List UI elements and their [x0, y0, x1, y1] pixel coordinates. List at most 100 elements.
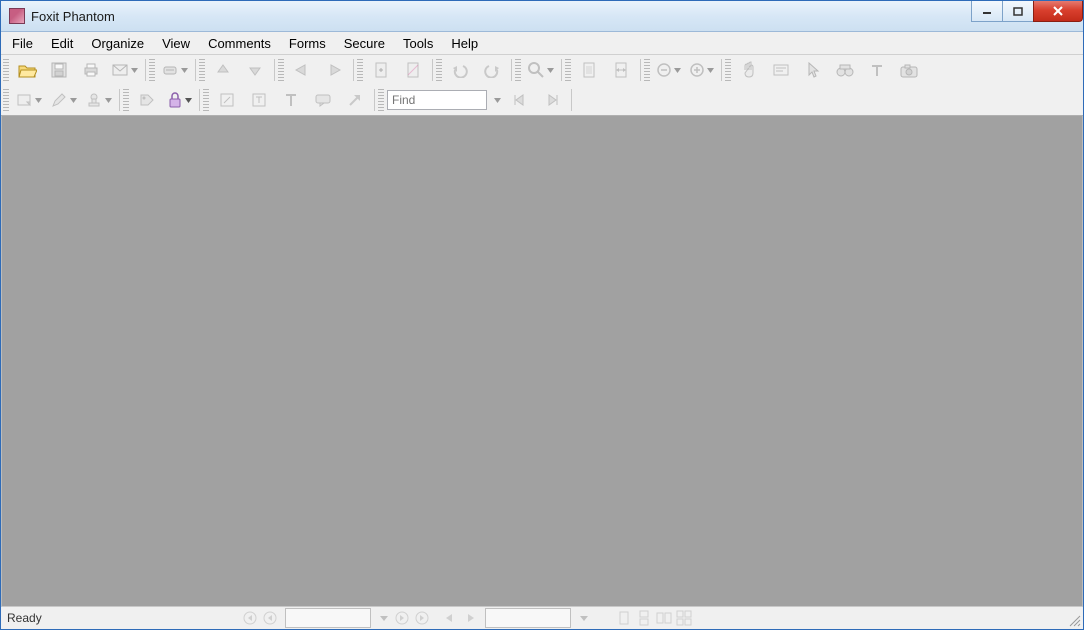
nav-forward-button[interactable]	[461, 609, 479, 627]
text-t-icon	[284, 92, 298, 108]
toolbar-separator	[199, 89, 200, 111]
insert-page-button[interactable]	[366, 57, 396, 83]
statusbar: Ready	[1, 606, 1083, 629]
toolbar-separator	[721, 59, 722, 81]
first-page-button[interactable]	[241, 609, 259, 627]
chevron-down-icon	[70, 98, 77, 103]
highlight-button[interactable]	[47, 87, 80, 113]
binoculars-button[interactable]	[830, 57, 860, 83]
close-button[interactable]	[1033, 1, 1083, 22]
page-dropdown[interactable]	[377, 609, 391, 627]
redo-button[interactable]	[477, 57, 507, 83]
prev-page-button[interactable]	[261, 609, 279, 627]
forward-button[interactable]	[319, 57, 349, 83]
menu-secure[interactable]: Secure	[335, 32, 394, 54]
toolbar-grip[interactable]	[199, 59, 205, 81]
zoom-in-icon	[689, 62, 705, 78]
toolbar-grip[interactable]	[644, 59, 650, 81]
nav-back-button[interactable]	[441, 609, 459, 627]
binoculars-icon	[835, 62, 855, 78]
maximize-button[interactable]	[1002, 1, 1034, 22]
next-page-button[interactable]	[393, 609, 411, 627]
menu-comments[interactable]: Comments	[199, 32, 280, 54]
toolbar-grip[interactable]	[436, 59, 442, 81]
toolbar-grip[interactable]	[357, 59, 363, 81]
note-button[interactable]	[12, 87, 45, 113]
toolbar-separator	[511, 59, 512, 81]
toolbar-grip[interactable]	[149, 59, 155, 81]
undo-icon	[451, 62, 469, 78]
pointer-tool-button[interactable]	[798, 57, 828, 83]
toolbar-grip[interactable]	[725, 59, 731, 81]
toolbar-separator	[195, 59, 196, 81]
chevron-down-icon	[105, 98, 112, 103]
toolbar-grip[interactable]	[203, 89, 209, 111]
delete-page-button[interactable]	[398, 57, 428, 83]
single-page-view-button[interactable]	[615, 609, 633, 627]
zoom-button[interactable]	[524, 57, 557, 83]
menu-help[interactable]: Help	[442, 32, 487, 54]
select-text-button[interactable]	[766, 57, 796, 83]
minimize-button[interactable]	[971, 1, 1003, 22]
save-icon	[50, 61, 68, 79]
page-down-button[interactable]	[240, 57, 270, 83]
find-next-button[interactable]	[537, 87, 567, 113]
email-button[interactable]	[108, 57, 141, 83]
text-button[interactable]	[276, 87, 306, 113]
fit-page-icon	[581, 61, 597, 79]
toolbar-grip[interactable]	[565, 59, 571, 81]
find-input[interactable]	[387, 90, 487, 110]
fit-page-button[interactable]	[574, 57, 604, 83]
snapshot-button[interactable]	[894, 57, 924, 83]
toolbar-separator	[374, 89, 375, 111]
typewriter-button[interactable]	[862, 57, 892, 83]
page-number-input[interactable]	[285, 608, 371, 628]
open-button[interactable]	[12, 57, 42, 83]
toolbar-grip[interactable]	[123, 89, 129, 111]
link-button[interactable]	[340, 87, 370, 113]
save-button[interactable]	[44, 57, 74, 83]
toolbar-grip[interactable]	[378, 89, 384, 111]
arrow-right-icon	[325, 62, 343, 78]
print-button[interactable]	[76, 57, 106, 83]
menu-organize[interactable]: Organize	[82, 32, 153, 54]
continuous-facing-view-button[interactable]	[675, 609, 693, 627]
continuous-view-button[interactable]	[635, 609, 653, 627]
pointer-icon	[805, 61, 821, 79]
edit-rect-button[interactable]	[212, 87, 242, 113]
toolbar-separator	[274, 59, 275, 81]
zoom-level-input[interactable]	[485, 608, 571, 628]
toolbar-grip[interactable]	[515, 59, 521, 81]
comment-button[interactable]	[308, 87, 338, 113]
find-dropdown[interactable]	[489, 87, 503, 113]
secure-doc-button[interactable]	[132, 87, 162, 113]
toolbar-grip[interactable]	[278, 59, 284, 81]
zoom-dropdown[interactable]	[577, 609, 591, 627]
titlebar: Foxit Phantom	[1, 1, 1083, 32]
menu-forms[interactable]: Forms	[280, 32, 335, 54]
page-up-button[interactable]	[208, 57, 238, 83]
toolbar-grip[interactable]	[3, 59, 9, 81]
zoom-in-button[interactable]	[686, 57, 717, 83]
edit-text-button[interactable]	[244, 87, 274, 113]
lock-icon	[167, 91, 183, 109]
chevron-down-icon	[35, 98, 42, 103]
menu-edit[interactable]: Edit	[42, 32, 82, 54]
zoom-out-button[interactable]	[653, 57, 684, 83]
back-button[interactable]	[287, 57, 317, 83]
menu-view[interactable]: View	[153, 32, 199, 54]
resize-grip[interactable]	[1067, 613, 1081, 627]
hand-tool-button[interactable]	[734, 57, 764, 83]
fit-width-button[interactable]	[606, 57, 636, 83]
find-next-icon	[544, 92, 560, 108]
menu-tools[interactable]: Tools	[394, 32, 442, 54]
stamp-button[interactable]	[82, 87, 115, 113]
undo-button[interactable]	[445, 57, 475, 83]
facing-view-button[interactable]	[655, 609, 673, 627]
encrypt-button[interactable]	[164, 87, 195, 113]
menu-file[interactable]: File	[3, 32, 42, 54]
toolbar-grip[interactable]	[3, 89, 9, 111]
scan-button[interactable]	[158, 57, 191, 83]
find-prev-button[interactable]	[505, 87, 535, 113]
last-page-button[interactable]	[413, 609, 431, 627]
